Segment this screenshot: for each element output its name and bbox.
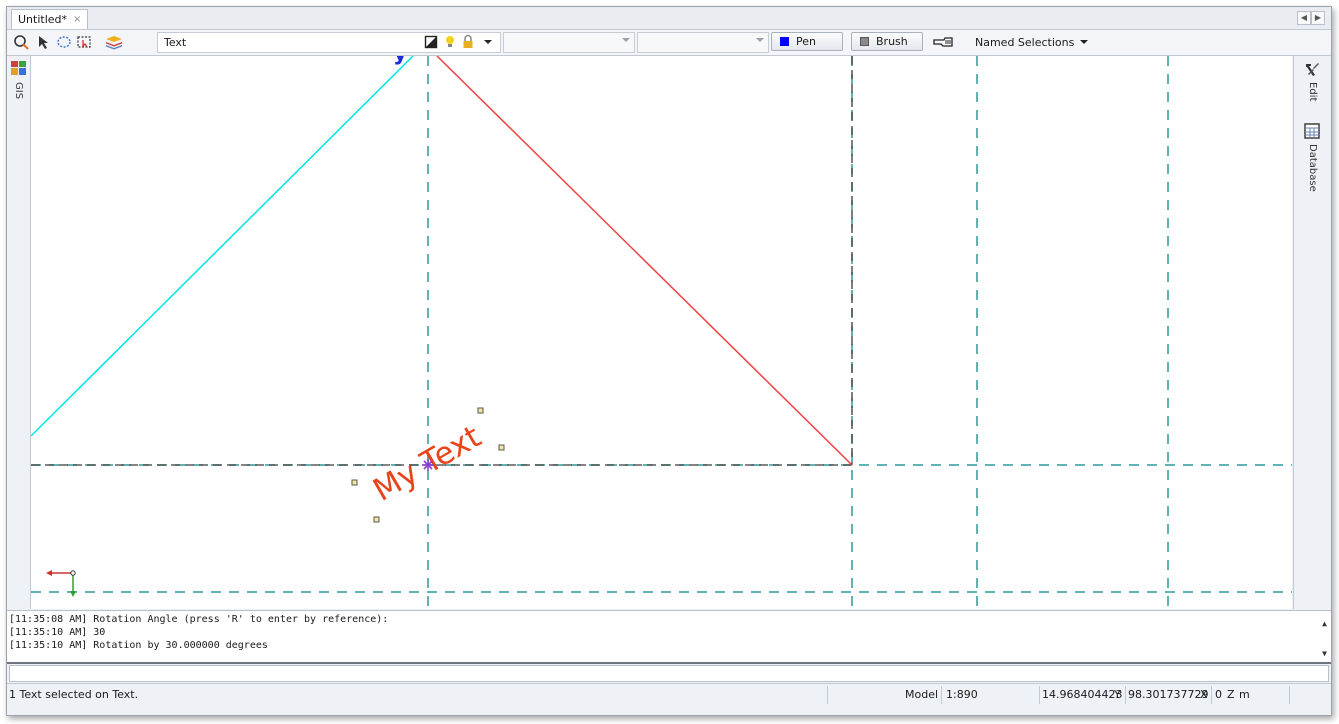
snap-button[interactable] [11,33,31,51]
status-separator [941,686,942,704]
status-separator [1211,686,1212,704]
model-mode[interactable]: Model [905,684,938,706]
command-divider[interactable] [7,662,1331,664]
selection-grip[interactable] [351,479,358,486]
lineweight-combo[interactable] [637,32,769,53]
named-selections-label: Named Selections [975,35,1075,49]
database-table-icon[interactable] [1304,123,1320,139]
lasso-icon [57,36,71,48]
scroll-right-icon[interactable]: ▶ [1311,11,1325,25]
scroll-up-icon[interactable]: ▲ [1322,619,1327,628]
chevron-down-icon [622,38,630,42]
selection-grip[interactable] [498,444,505,451]
brush-label: Brush [876,35,908,48]
status-message: 1 Text selected on Text. [9,688,139,701]
hammer-wrench-icon[interactable] [1304,61,1320,77]
arrow-select-icon [39,36,48,49]
scroll-left-icon[interactable]: ◀ [1297,11,1311,25]
window-select-button[interactable] [75,33,93,51]
gis-icon[interactable] [11,61,26,75]
layers-icon [106,36,122,50]
pointer-hand-button[interactable] [931,33,957,51]
status-separator [1289,686,1290,704]
document-tab-bar: Untitled* × ◀ ▶ [7,7,1331,30]
main-toolbar: Text Pen Brush Named Selections [7,30,1331,56]
brush-color-swatch [860,37,869,46]
y-axis-label: Y [1114,688,1121,701]
document-tab-title: Untitled* [18,13,68,26]
layer-visibility-icon[interactable] [424,35,438,49]
right-side-panel: Edit Database [1293,56,1331,609]
status-separator [1125,686,1126,704]
layer-name: Text [164,36,187,49]
ucs-axis-icon [46,570,76,597]
app-window: Untitled* × ◀ ▶ Text Pen Brush Named Sel… [6,6,1332,716]
command-input[interactable] [9,665,1329,682]
drawing-canvas[interactable]: y My Text [31,56,1292,609]
layer-combo[interactable]: Text [157,32,501,53]
command-history-line: [11:35:10 AM] Rotation by 30.000000 degr… [9,640,268,651]
y-coordinate: 14.968404423 [1042,688,1123,701]
pointing-hand-icon [933,37,953,47]
x-coordinate: 98.301737729 [1128,688,1209,701]
selection-grip[interactable] [373,516,380,523]
pen-color-swatch [780,37,789,46]
window-select-icon [77,36,91,48]
chevron-down-icon [756,38,764,42]
status-separator [827,686,828,704]
unit-label: m [1239,688,1250,701]
command-history-line: [11:35:08 AM] Rotation Angle (press 'R' … [9,614,389,625]
document-tab[interactable]: Untitled* × [11,9,89,29]
pen-button[interactable]: Pen [771,32,843,51]
lock-icon[interactable] [462,34,474,49]
drawing-svg: y My Text [31,56,1292,609]
z-coordinate: 0 [1215,688,1222,701]
chevron-down-icon [1080,40,1089,44]
scale-value[interactable]: 1:890 [946,684,978,706]
command-history-line: [11:35:10 AM] 30 [9,627,106,638]
tab-navigation: ◀ ▶ [1297,11,1325,25]
pen-label: Pen [796,35,816,48]
command-history: [11:35:08 AM] Rotation Angle (press 'R' … [7,610,1331,663]
layer-dropdown-icon[interactable] [484,40,492,44]
layers-button[interactable] [103,33,125,51]
gis-tab-label[interactable]: GIS [13,82,24,99]
status-bar: 1 Text selected on Text. Model 1:890 14.… [7,683,1331,706]
bulb-icon[interactable] [444,35,456,49]
left-side-panel: GIS [7,56,31,609]
partial-text-glyph: y [393,56,407,66]
scroll-down-icon[interactable]: ▼ [1322,649,1327,658]
database-tab-label[interactable]: Database [1307,144,1318,192]
edit-tab-label[interactable]: Edit [1307,82,1318,101]
z-axis-label: Z [1227,688,1235,701]
red-line[interactable] [436,56,853,466]
construction-lines [31,56,1292,609]
close-icon[interactable]: × [73,14,81,25]
status-separator [1039,686,1040,704]
geometry-lines [31,56,853,466]
selection-grip[interactable] [477,407,484,414]
linetype-combo[interactable] [503,32,635,53]
snap-icon [14,35,29,50]
lasso-select-button[interactable] [55,33,73,51]
named-selections-dropdown[interactable]: Named Selections [975,33,1089,51]
brush-button[interactable]: Brush [851,32,923,51]
select-arrow-button[interactable] [35,33,53,51]
cyan-line[interactable] [31,56,414,437]
x-axis-label: X [1200,688,1208,701]
